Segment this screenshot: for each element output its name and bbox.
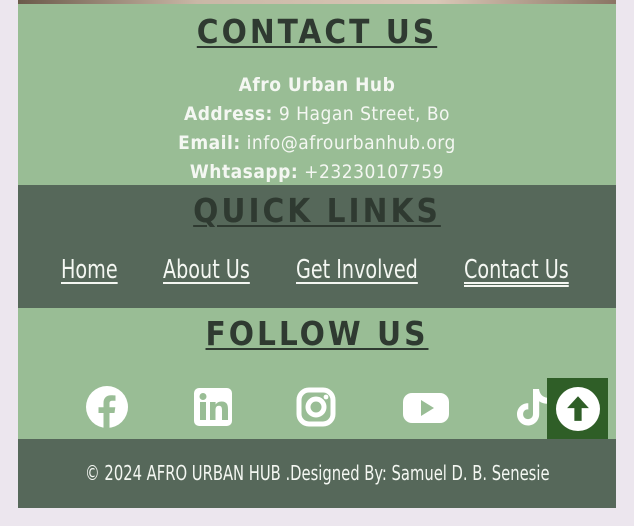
contact-section: CONTACT US Afro Urban Hub Address: 9 Hag… bbox=[18, 4, 616, 185]
email-line: Email: info@afrourbanhub.org bbox=[18, 129, 616, 158]
org-name: Afro Urban Hub bbox=[238, 74, 396, 96]
whatsapp-label: Whtasapp: bbox=[189, 161, 299, 183]
email-label: Email: bbox=[178, 132, 241, 154]
whatsapp-value[interactable]: +23230107759 bbox=[304, 161, 444, 183]
link-about-us[interactable]: About Us bbox=[163, 255, 250, 285]
footer-area: CONTACT US Afro Urban Hub Address: 9 Hag… bbox=[18, 0, 616, 508]
quick-links-nav: Home About Us Get Involved Contact Us bbox=[18, 255, 616, 295]
copyright-bar: © 2024 AFRO URBAN HUB .Designed By: Samu… bbox=[18, 439, 616, 508]
facebook-icon[interactable] bbox=[84, 384, 130, 430]
link-contact-us[interactable]: Contact Us bbox=[464, 255, 569, 285]
copyright-text-wrap: © 2024 AFRO URBAN HUB .Designed By: Samu… bbox=[18, 461, 616, 485]
back-to-top-button[interactable] bbox=[547, 378, 608, 439]
arrow-up-circle-icon bbox=[555, 386, 600, 431]
link-get-involved[interactable]: Get Involved bbox=[296, 255, 418, 285]
address-line: Address: 9 Hagan Street, Bo bbox=[18, 100, 616, 129]
quick-links-section: QUICK LINKS Home About Us Get Involved C… bbox=[18, 185, 616, 308]
quick-links-heading: QUICK LINKS bbox=[193, 191, 441, 230]
whatsapp-line: Whtasapp: +23230107759 bbox=[18, 158, 616, 187]
address-value: 9 Hagan Street, Bo bbox=[278, 103, 451, 125]
follow-us-heading: FOLLOW US bbox=[205, 314, 429, 353]
follow-us-section: FOLLOW US bbox=[18, 308, 616, 439]
address-label: Address: bbox=[183, 103, 273, 125]
linkedin-icon[interactable] bbox=[190, 384, 236, 430]
link-home[interactable]: Home bbox=[61, 255, 118, 285]
youtube-icon[interactable] bbox=[401, 384, 451, 430]
contact-heading: CONTACT US bbox=[196, 12, 438, 51]
email-value[interactable]: info@afrourbanhub.org bbox=[247, 132, 456, 154]
instagram-icon[interactable] bbox=[293, 384, 339, 430]
copyright-text: © 2024 AFRO URBAN HUB .Designed By: Samu… bbox=[84, 461, 550, 485]
